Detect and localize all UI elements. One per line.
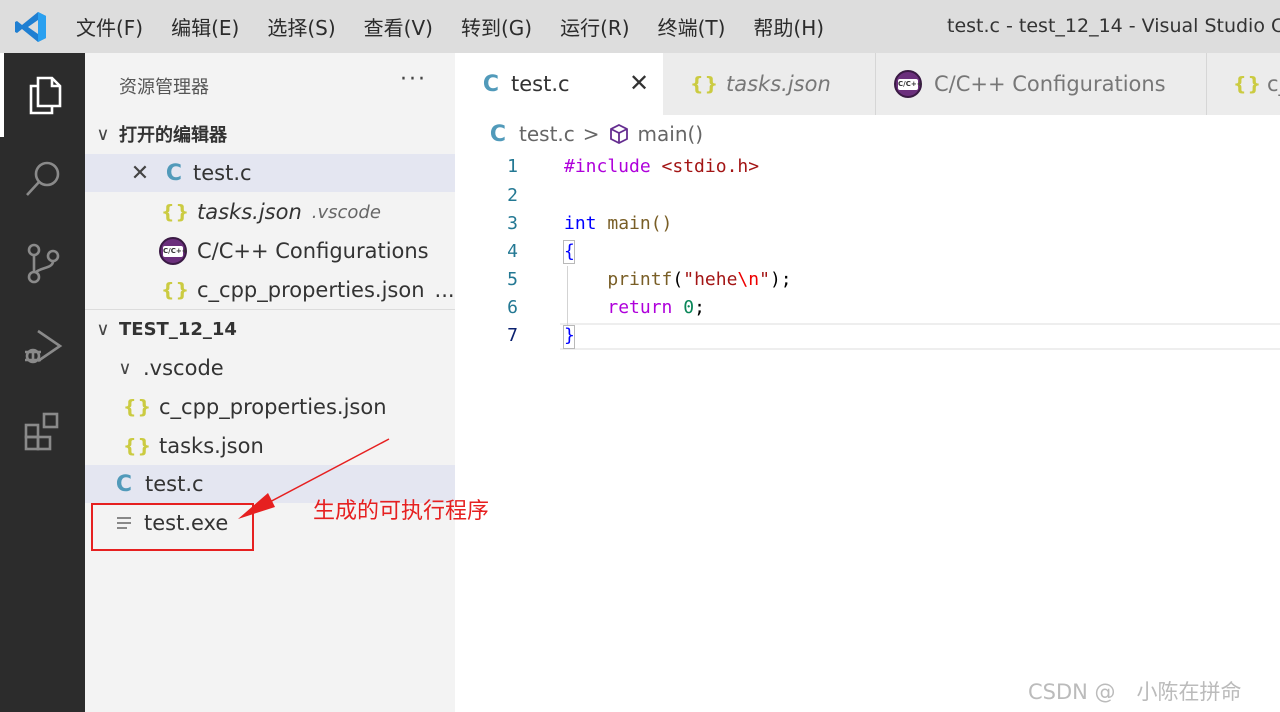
file-folder-hint: .vscode [311,201,381,223]
line-number: 3 [507,213,518,234]
file-label: c_cpp_properties.json [159,395,387,419]
search-icon [25,161,59,196]
menu-go[interactable]: 转到(G) [447,12,546,41]
menu-view[interactable]: 查看(V) [350,12,447,41]
line-number: 7 [507,325,518,346]
close-icon[interactable]: ✕ [127,161,153,186]
json-file-icon: {} [1233,73,1263,95]
annotation-box [91,503,254,551]
breadcrumb-separator: > [582,122,600,146]
activity-search[interactable] [0,137,85,221]
menu-run[interactable]: 运行(R) [546,12,644,41]
run-debug-icon [24,329,62,364]
project-label: TEST_12_14 [119,318,237,340]
breadcrumb-file[interactable]: test.c [519,122,575,146]
line-number: 5 [507,269,518,290]
c-file-icon: C [489,121,507,147]
sidebar-title: 资源管理器 [119,77,209,98]
file-label: c_cpp_properties.json [197,278,425,302]
menu-terminal[interactable]: 终端(T) [644,12,740,41]
open-editors-label: 打开的编辑器 [119,125,227,146]
folder-item[interactable]: ∨ .vscode [85,349,455,387]
c-file-icon: C [482,71,500,97]
open-editors-section[interactable]: ∨ 打开的编辑器 [85,115,455,153]
current-line-highlight [560,323,1280,350]
json-file-icon: {} [123,396,153,418]
menu-edit[interactable]: 编辑(E) [157,12,253,41]
tab-tasks-json[interactable]: {} tasks.json [664,53,875,115]
tab-label: tasks.json [726,72,831,96]
menu-selection[interactable]: 选择(S) [253,12,349,41]
tab-label: C/C++ Configurations [934,72,1166,96]
watermark: CSDN @ 小陈在拼命 [1028,680,1242,704]
more-actions-button[interactable]: ··· [400,67,427,92]
cpp-config-icon: C/C++ [894,70,923,98]
menu-bar: 文件(F) 编辑(E) 选择(S) 查看(V) 转到(G) 运行(R) 终端(T… [62,0,838,53]
menu-file[interactable]: 文件(F) [62,12,157,41]
file-label: C/C++ Configurations [197,239,429,263]
tab-label: test.c [511,72,570,96]
code-line: { [564,241,575,262]
line-number: 1 [507,156,518,177]
tab-label: c_ [1267,72,1280,96]
file-item[interactable]: {} c_cpp_properties.json [85,388,455,426]
editor-tab-bar: C test.c ✕ {} tasks.json C/C++ C/C++ Con… [455,53,1280,115]
cube-icon [609,123,628,145]
vscode-logo-icon [15,12,46,42]
file-label: tasks.json [197,200,302,224]
breadcrumb-symbol[interactable]: main() [638,122,704,146]
source-control-icon [27,243,59,284]
json-file-icon: {} [161,279,191,301]
file-label: tasks.json [159,434,264,458]
tab-cpp-configurations[interactable]: C/C++ C/C++ Configurations [876,53,1206,115]
project-section[interactable]: ∨ TEST_12_14 [85,310,455,348]
explorer-icon [29,76,61,115]
cpp-config-icon: C/C++ [159,237,188,265]
activity-run-debug[interactable] [0,305,85,389]
json-file-icon: {} [161,201,191,223]
sidebar-header: 资源管理器 ··· [85,53,455,115]
code-line: } [564,325,575,346]
folder-label: .vscode [143,356,224,380]
activity-bar [0,53,85,712]
open-editor-item[interactable]: {} tasks.json .vscode [85,193,455,231]
chevron-down-icon: ∨ [96,123,110,145]
explorer-sidebar: 资源管理器 ··· ∨ 打开的编辑器 ✕ C test.c {} tasks.j… [85,53,455,712]
open-editor-item[interactable]: {} c_cpp_properties.json .... [85,271,455,309]
title-bar: 文件(F) 编辑(E) 选择(S) 查看(V) 转到(G) 运行(R) 终端(T… [0,0,1280,53]
menu-help[interactable]: 帮助(H) [739,12,838,41]
json-file-icon: {} [690,73,720,95]
open-editor-item[interactable]: ✕ C test.c [85,154,455,192]
chevron-down-icon: ∨ [118,357,132,379]
extensions-icon [24,412,58,451]
code-line: return 0; [607,297,705,318]
file-label: test.c [193,161,252,185]
code-line: #include <stdio.h> [564,156,760,177]
line-number: 2 [507,185,518,206]
line-number: 4 [507,241,518,262]
breadcrumb: C test.c > main() [455,115,1280,153]
activity-extensions[interactable] [0,389,85,473]
c-file-icon: C [115,471,133,497]
json-file-icon: {} [123,435,153,457]
close-icon[interactable]: ✕ [629,69,649,97]
tab-c-cpp-properties[interactable]: {} c_ [1207,53,1280,115]
chevron-down-icon: ∨ [96,318,110,340]
c-file-icon: C [165,160,183,186]
tab-test-c[interactable]: C test.c ✕ [455,53,663,115]
file-folder-hint: .... [434,278,455,302]
code-line: int main() [564,213,673,234]
file-item[interactable]: {} tasks.json [85,427,455,465]
activity-explorer[interactable] [0,53,85,137]
code-line: printf("hehe\n"); [607,269,792,290]
window-title: test.c - test_12_14 - Visual Studio Co [947,15,1280,37]
file-label: test.c [145,472,204,496]
activity-source-control[interactable] [0,221,85,305]
line-number: 6 [507,297,518,318]
open-editor-item[interactable]: C/C++ C/C++ Configurations [85,232,455,270]
annotation-text: 生成的可执行程序 [313,499,490,524]
